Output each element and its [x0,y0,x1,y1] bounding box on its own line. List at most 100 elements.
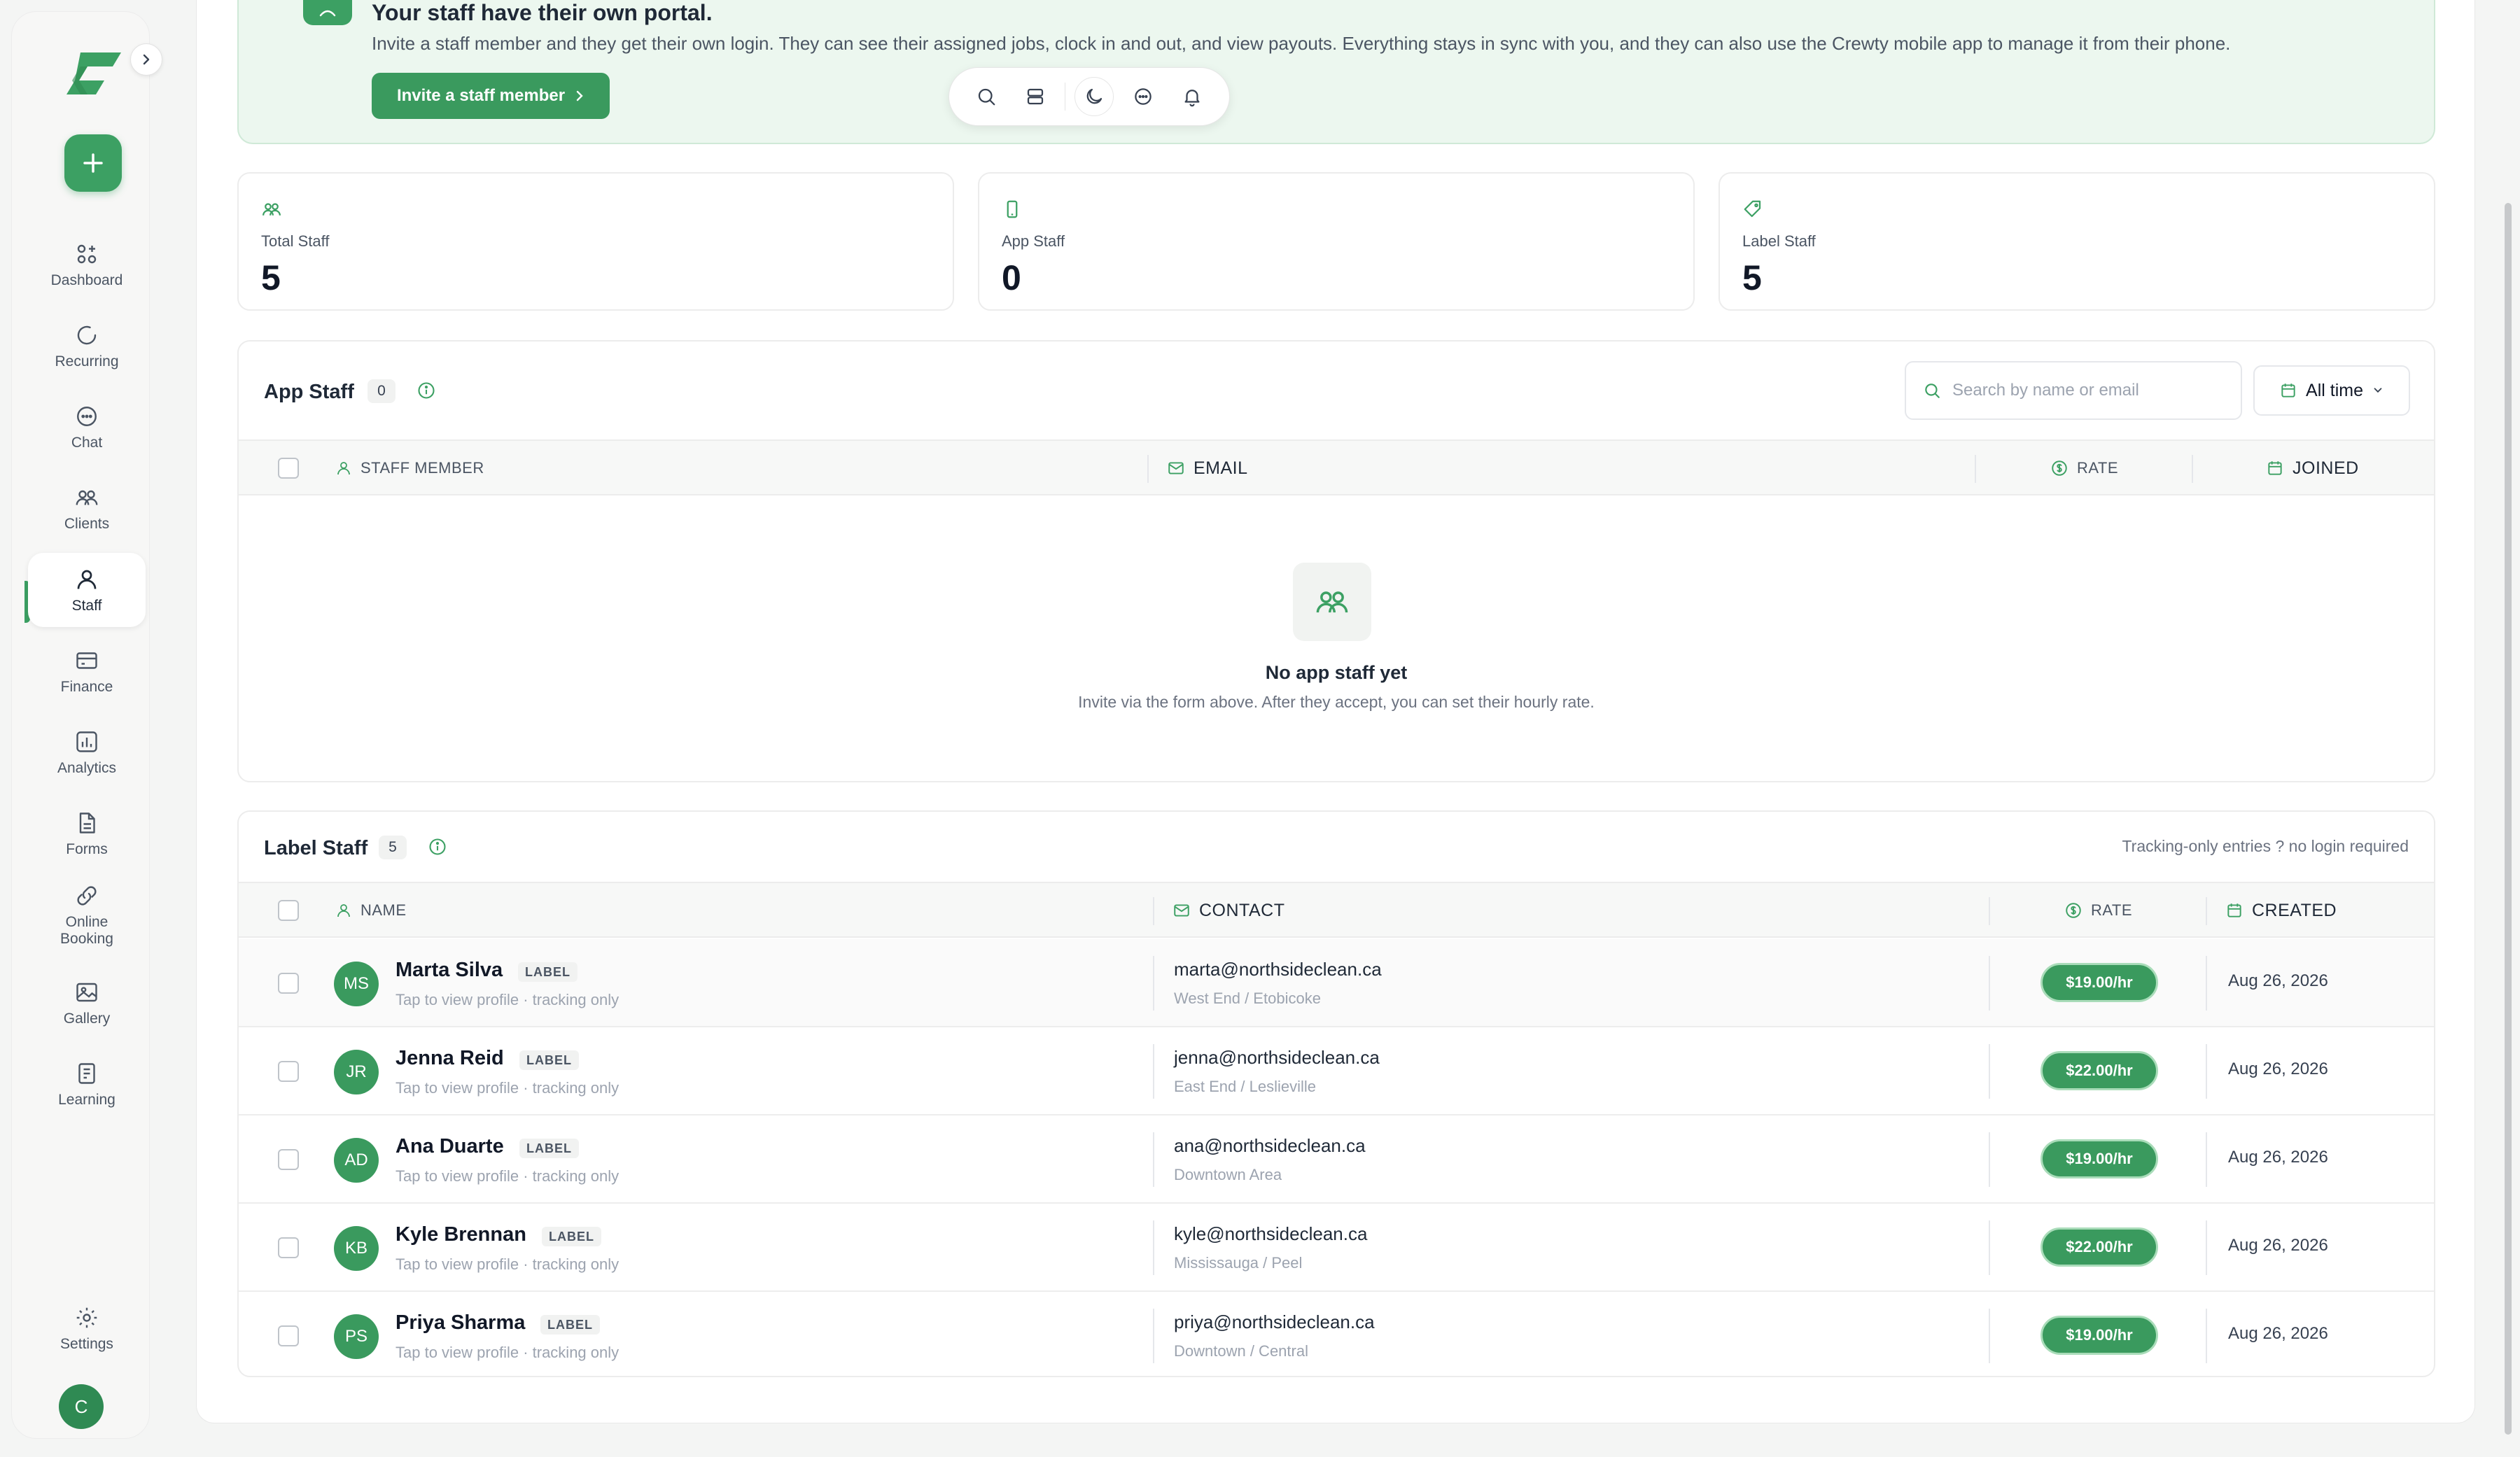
contact-email[interactable]: priya@northsideclean.ca [1174,1311,1375,1333]
contact-email[interactable]: kyle@northsideclean.ca [1174,1223,1367,1245]
online-booking-icon [73,882,101,910]
tag-icon [1742,199,1763,220]
column-email[interactable]: EMAIL [1167,441,1248,495]
sidebar-item-label: Gallery [63,1011,111,1027]
staff-name[interactable]: Kyle Brennan [396,1223,526,1246]
rate-badge[interactable]: $19.00/hr [2040,963,2158,1002]
sidebar-item-label: Clients [64,516,110,532]
select-all-checkbox[interactable] [278,458,299,479]
banner-title: Your staff have their own portal. [372,0,713,25]
row-checkbox[interactable] [278,1325,299,1346]
row-checkbox[interactable] [278,973,299,994]
contact-email[interactable]: jenna@northsideclean.ca [1174,1047,1380,1069]
sidebar-item-online-booking[interactable]: Online Booking [28,878,146,952]
column-divider [2192,455,2193,483]
search-icon [1925,383,1940,398]
rate-badge[interactable]: $22.00/hr [2040,1051,2158,1090]
sidebar-expand-button[interactable] [130,43,162,76]
stat-value: 5 [1742,258,1762,297]
staff-name[interactable]: Jenna Reid [396,1047,504,1070]
column-name[interactable]: NAME [335,883,407,938]
column-joined[interactable]: JOINED [2266,441,2359,495]
sidebar-item-recurring[interactable]: Recurring [28,309,146,383]
label-tag: LABEL [540,1315,600,1335]
main-panel: Your staff have their own portal. Invite… [196,0,2475,1423]
sidebar-item-finance[interactable]: Finance [28,634,146,708]
scrollbar-thumb[interactable] [2505,203,2512,1435]
column-divider [1153,956,1154,1011]
analytics-icon [73,728,101,756]
table-row[interactable]: KB Kyle Brennan LABEL Tap to view profile ·… [239,1204,2434,1292]
bell-icon[interactable] [1172,77,1212,116]
stat-label: App Staff [1002,232,1065,250]
layout-icon[interactable] [1016,77,1055,116]
sidebar-item-gallery[interactable]: Gallery [28,966,146,1040]
column-divider [1153,1132,1154,1187]
invite-staff-button[interactable]: Invite a staff member [372,73,610,119]
staff-search-input[interactable]: Search by name or email [1905,361,2242,420]
add-button[interactable] [64,134,122,192]
stat-value: 0 [1002,258,1021,297]
sidebar-item-forms[interactable]: Forms [28,796,146,871]
stat-label: Label Staff [1742,232,1816,250]
select-all-checkbox[interactable] [278,900,299,921]
row-subtitle: Tap to view profile · tracking only [396,1167,620,1185]
table-row[interactable]: MS Marta Silva LABEL Tap to view profile · … [239,939,2434,1027]
created-date: Aug 26, 2026 [2228,1324,2328,1343]
time-filter-select[interactable]: All time [2253,365,2410,416]
staff-name[interactable]: Priya Sharma [396,1311,525,1335]
row-checkbox[interactable] [278,1237,299,1258]
floating-toolbar [948,67,1230,126]
column-divider [1989,956,1990,1011]
sidebar-item-settings[interactable]: Settings [28,1291,146,1365]
rate-badge[interactable]: $19.00/hr [2040,1139,2158,1178]
sidebar-item-learning[interactable]: Learning [28,1047,146,1121]
sidebar-item-label: Finance [60,679,113,695]
row-checkbox[interactable] [278,1061,299,1082]
staff-icon [73,565,101,593]
avatar: KB [334,1226,379,1271]
stat-card-total-staff: Total Staff 5 [237,172,954,311]
moon-icon[interactable] [1074,77,1114,116]
empty-state-subtitle: Invite via the form above. After they ac… [1078,693,1595,711]
staff-name[interactable]: Marta Silva [396,959,503,982]
banner-description: Invite a staff member and they get their… [372,33,2231,54]
time-filter-value: All time [2306,380,2363,400]
sidebar-item-dashboard[interactable]: Dashboard [28,227,146,302]
sidebar-item-staff[interactable]: Staff [28,553,146,627]
invite-staff-label: Invite a staff member [396,86,566,105]
sidebar-item-analytics[interactable]: Analytics [28,715,146,789]
chevron-right-icon [576,90,583,101]
column-divider [1989,1309,1990,1363]
column-created[interactable]: CREATED [2225,883,2337,938]
contact-email[interactable]: ana@northsideclean.ca [1174,1135,1366,1157]
user-avatar[interactable]: C [59,1384,104,1429]
column-rate[interactable]: RATE [2050,441,2118,495]
rate-badge[interactable]: $19.00/hr [2040,1316,2158,1355]
table-row[interactable]: PS Priya Sharma LABEL Tap to view profile ·… [239,1292,2434,1376]
column-divider [1153,1220,1154,1275]
column-rate[interactable]: RATE [2064,883,2132,938]
column-contact[interactable]: CONTACT [1172,883,1284,938]
sidebar-item-label: Recurring [55,353,119,369]
crewty-logo[interactable] [59,48,127,104]
rate-badge[interactable]: $22.00/hr [2040,1227,2158,1267]
created-date: Aug 26, 2026 [2228,1148,2328,1167]
contact-email[interactable]: marta@northsideclean.ca [1174,959,1382,980]
sidebar-item-label: Dashboard [50,272,123,288]
info-icon[interactable] [428,837,447,857]
sidebar-item-clients[interactable]: Clients [28,471,146,545]
column-staff-member[interactable]: STAFF MEMBER [335,441,484,495]
table-row[interactable]: AD Ana Duarte LABEL Tap to view profile · t… [239,1115,2434,1204]
info-icon[interactable] [416,381,436,400]
search-icon[interactable] [967,77,1006,116]
column-divider [2206,1132,2207,1187]
label-staff-title: Label Staff [264,837,368,859]
sidebar-item-chat[interactable]: Chat [28,390,146,464]
staff-name[interactable]: Ana Duarte [396,1135,504,1158]
app-staff-table-header: STAFF MEMBER EMAIL RATE JOINED [239,439,2434,495]
chat-bubble-icon[interactable] [1124,77,1163,116]
table-row[interactable]: JR Jenna Reid LABEL Tap to view profile · t… [239,1027,2434,1115]
row-checkbox[interactable] [278,1149,299,1170]
row-subtitle: Tap to view profile · tracking only [396,1344,620,1361]
